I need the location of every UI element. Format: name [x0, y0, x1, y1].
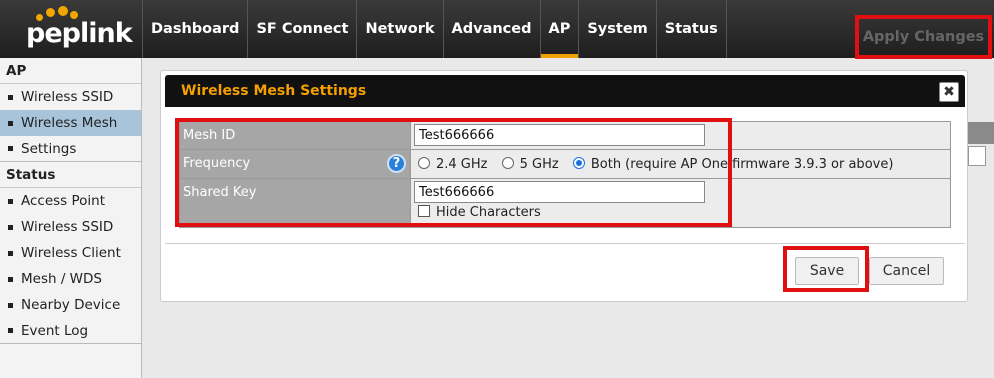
- logo-text: peplink: [26, 18, 133, 49]
- apply-changes-button[interactable]: Apply Changes: [855, 15, 992, 59]
- background-field: [968, 146, 986, 166]
- dialog-title-bar: Wireless Mesh Settings ✖: [165, 75, 965, 107]
- sidebar-item-wireless-ssid[interactable]: Wireless SSID: [0, 84, 141, 110]
- highlight-save-box: [783, 246, 869, 292]
- sidebar-item-status-wireless-ssid[interactable]: Wireless SSID: [0, 214, 141, 240]
- nav-dashboard[interactable]: Dashboard: [142, 0, 247, 58]
- peplink-logo[interactable]: peplink: [0, 0, 142, 58]
- sidebar-item-wireless-client[interactable]: Wireless Client: [0, 240, 141, 266]
- nav-network[interactable]: Network: [356, 0, 442, 58]
- dialog-title: Wireless Mesh Settings: [181, 83, 367, 99]
- nav-system[interactable]: System: [578, 0, 655, 58]
- sidebar-item-event-log[interactable]: Event Log: [0, 318, 141, 344]
- main-nav: Dashboard SF Connect Network Advanced AP…: [142, 0, 727, 58]
- nav-ap[interactable]: AP: [539, 0, 579, 58]
- sidebar: AP Wireless SSID Wireless Mesh Settings …: [0, 58, 142, 378]
- sidebar-item-wireless-mesh[interactable]: Wireless Mesh: [0, 110, 141, 136]
- sidebar-section-status: Status: [0, 162, 141, 188]
- background-panel: [968, 122, 994, 144]
- nav-sf-connect[interactable]: SF Connect: [247, 0, 356, 58]
- close-icon[interactable]: ✖: [939, 82, 959, 102]
- sidebar-section-ap: AP: [0, 58, 141, 84]
- sidebar-item-nearby-device[interactable]: Nearby Device: [0, 292, 141, 318]
- dialog-divider: [165, 243, 965, 244]
- top-navigation-bar: peplink Dashboard SF Connect Network Adv…: [0, 0, 994, 59]
- sidebar-item-access-point[interactable]: Access Point: [0, 188, 141, 214]
- nav-status[interactable]: Status: [655, 0, 727, 58]
- sidebar-item-mesh-wds[interactable]: Mesh / WDS: [0, 266, 141, 292]
- cancel-button[interactable]: Cancel: [869, 257, 944, 285]
- highlight-form-box: [175, 118, 732, 227]
- nav-advanced[interactable]: Advanced: [442, 0, 540, 58]
- sidebar-item-settings[interactable]: Settings: [0, 136, 141, 162]
